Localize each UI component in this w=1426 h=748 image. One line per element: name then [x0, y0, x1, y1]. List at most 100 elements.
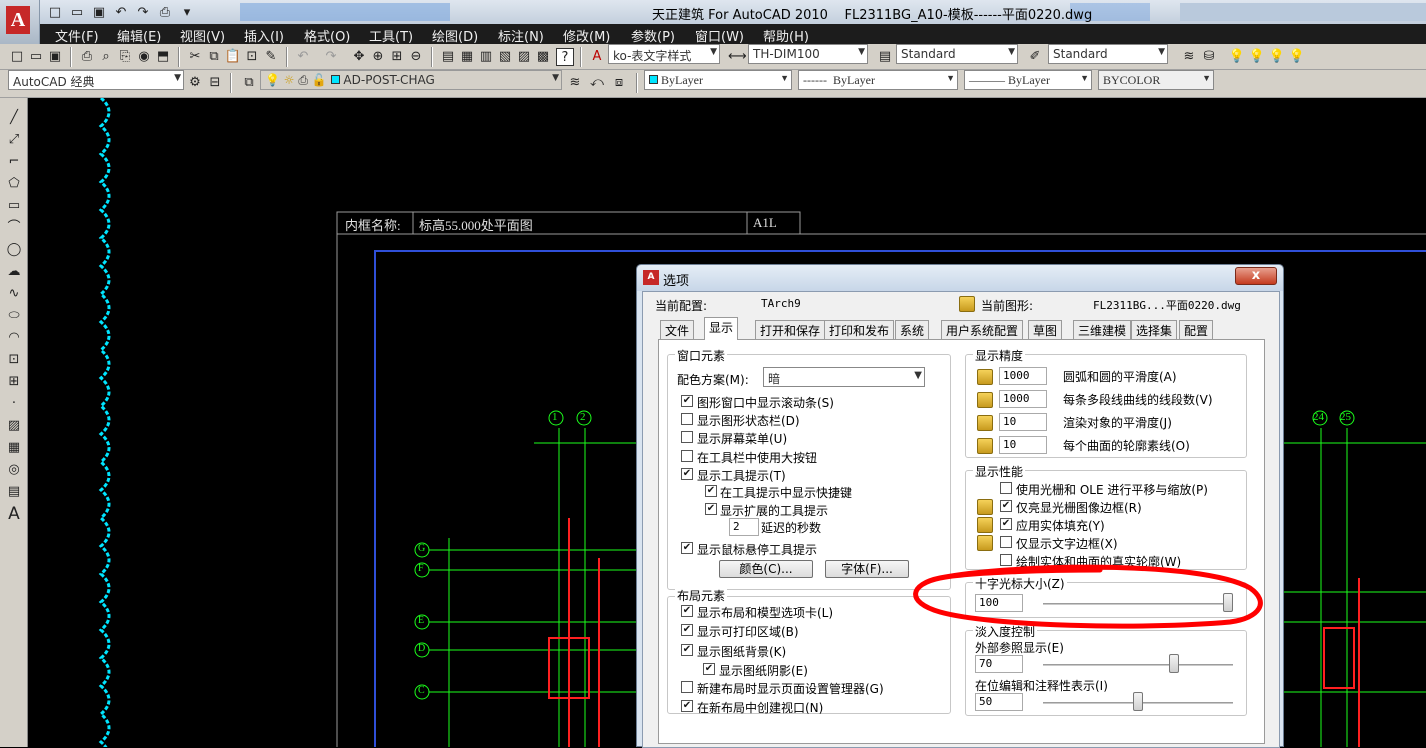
menu-help[interactable]: 帮助(H)	[763, 26, 809, 45]
checkbox-paper-shadow[interactable]: ✔	[703, 663, 715, 675]
tab-drafting[interactable]: 草图	[1028, 320, 1063, 339]
point-icon[interactable]: ·	[4, 394, 24, 414]
tab-system[interactable]: 系统	[895, 320, 930, 339]
cut-icon[interactable]: ✂	[186, 48, 204, 66]
plot-icon[interactable]: ⎙	[156, 4, 174, 22]
bulb-icon[interactable]: 💡	[1228, 48, 1246, 66]
arc-icon[interactable]: ⌒	[4, 218, 24, 238]
tab-selection[interactable]: 选择集	[1131, 320, 1178, 339]
insert-block-icon[interactable]: ⊡	[4, 350, 24, 370]
revcloud-icon[interactable]: ☁	[4, 262, 24, 282]
linetype-combo[interactable]: ------ ByLayer ▼	[798, 70, 958, 90]
redo-icon[interactable]: ↷	[134, 4, 152, 22]
open-icon[interactable]: ▭	[27, 48, 45, 66]
tab-user-preferences[interactable]: 用户系统配置	[941, 320, 1024, 339]
checkbox-printable-area[interactable]: ✔	[681, 624, 693, 636]
checkbox-page-setup-manager[interactable]	[681, 681, 693, 693]
checkbox-paper-background[interactable]: ✔	[681, 644, 693, 656]
checkbox-status-bar[interactable]	[681, 413, 693, 425]
menu-view[interactable]: 视图(V)	[180, 26, 225, 45]
checkbox-large-buttons[interactable]	[681, 450, 693, 462]
xref-fade-slider[interactable]	[1169, 654, 1179, 673]
rectangle-icon[interactable]: ▭	[4, 196, 24, 216]
make-current-icon[interactable]: ≋	[566, 74, 584, 92]
workspace-combo[interactable]: AutoCAD 经典 ▼	[8, 70, 184, 90]
menu-file[interactable]: 文件(F)	[55, 26, 99, 45]
gradient-icon[interactable]: ▦	[4, 438, 24, 458]
text-style-combo[interactable]: ko-表文字样式 ▼	[608, 44, 720, 64]
line-icon[interactable]: ╱	[4, 108, 24, 128]
pan-icon[interactable]: ✥	[350, 48, 368, 66]
polygon-icon[interactable]: ⬠	[4, 174, 24, 194]
plot-icon[interactable]: ⎙	[78, 48, 96, 66]
dialog-title-bar[interactable]: A 选项	[637, 265, 1283, 291]
menu-parameter[interactable]: 参数(P)	[631, 26, 675, 45]
checkbox-solid-fill[interactable]: ✔	[1000, 518, 1012, 530]
undo-icon[interactable]: ↶	[294, 48, 312, 66]
inplace-fade-input[interactable]: 50	[975, 693, 1023, 711]
mleader-style-combo[interactable]: Standard ▼	[1048, 44, 1168, 64]
menu-window[interactable]: 窗口(W)	[695, 26, 744, 45]
checkbox-extended-tooltip[interactable]: ✔	[705, 503, 717, 515]
workspace-settings-icon[interactable]: ⊟	[206, 74, 224, 92]
dim-style-icon[interactable]: ⟷	[728, 48, 747, 66]
properties-icon[interactable]: ▤	[439, 48, 457, 66]
table-icon[interactable]: ▤	[4, 482, 24, 502]
fonts-button[interactable]: 字体(F)...	[825, 560, 909, 578]
bulb-blue-icon[interactable]: 💡	[1288, 48, 1306, 66]
checkbox-tooltips[interactable]: ✔	[681, 468, 693, 480]
inplace-fade-slider[interactable]	[1133, 692, 1143, 711]
contour-lines-input[interactable]: 10	[999, 436, 1047, 454]
menu-format[interactable]: 格式(O)	[304, 26, 350, 45]
polyline-icon[interactable]: ⌐	[4, 152, 24, 172]
menu-tools[interactable]: 工具(T)	[369, 26, 413, 45]
layer-tools-icon[interactable]: ⛁	[1200, 48, 1218, 66]
help-icon[interactable]: ?	[556, 48, 574, 66]
construction-line-icon[interactable]: ⤢	[4, 130, 24, 150]
publish-3d-icon[interactable]: ⬒	[154, 48, 172, 66]
checkbox-screen-menu[interactable]	[681, 431, 693, 443]
checkbox-create-viewport[interactable]: ✔	[681, 700, 693, 712]
plot-preview-icon[interactable]: ⌕	[97, 48, 115, 66]
design-center-icon[interactable]: ▦	[458, 48, 476, 66]
ellipse-icon[interactable]: ⬭	[4, 306, 24, 326]
chevron-down-icon[interactable]: ▾	[178, 4, 196, 22]
tab-plot-publish[interactable]: 打印和发布	[824, 320, 895, 339]
text-style-icon[interactable]: A	[588, 48, 606, 66]
bulb-off-icon[interactable]: 💡	[1248, 48, 1266, 66]
paste-icon[interactable]: 📋	[224, 48, 242, 66]
tab-files[interactable]: 文件	[660, 320, 695, 339]
mleader-style-icon[interactable]: ✐	[1026, 48, 1044, 66]
redo-icon[interactable]: ↷	[322, 48, 340, 66]
table-style-combo[interactable]: Standard ▼	[896, 44, 1018, 64]
tab-3d-modeling[interactable]: 三维建模	[1073, 320, 1132, 339]
copy-icon[interactable]: ⧉	[205, 48, 223, 66]
save-icon[interactable]: ▣	[46, 48, 64, 66]
layer-previous-icon[interactable]: ⤺	[588, 74, 606, 92]
block-editor-icon[interactable]: ✎	[262, 48, 280, 66]
menu-dimension[interactable]: 标注(N)	[498, 26, 544, 45]
lineweight-combo[interactable]: ——— ByLayer ▼	[964, 70, 1092, 90]
undo-icon[interactable]: ↶	[112, 4, 130, 22]
new-icon[interactable]: □	[46, 4, 64, 22]
zoom-previous-icon[interactable]: ⊖	[407, 48, 425, 66]
hatch-icon[interactable]: ▨	[4, 416, 24, 436]
layer-properties-icon[interactable]: ⧉	[240, 74, 258, 92]
menu-draw[interactable]: 绘图(D)	[432, 26, 478, 45]
checkbox-text-frame[interactable]	[1000, 536, 1012, 548]
xref-fade-input[interactable]: 70	[975, 655, 1023, 673]
region-icon[interactable]: ◎	[4, 460, 24, 480]
circle-icon[interactable]: ◯	[4, 240, 24, 260]
gear-icon[interactable]: ⚙	[186, 74, 204, 92]
table-style-icon[interactable]: ▤	[876, 48, 894, 66]
calculator-icon[interactable]: ▩	[534, 48, 552, 66]
dim-style-combo[interactable]: TH-DIM100 ▼	[748, 44, 868, 64]
ellipse-arc-icon[interactable]: ◠	[4, 328, 24, 348]
tab-profiles[interactable]: 配置	[1179, 320, 1214, 339]
checkbox-raster-ole[interactable]	[1000, 482, 1012, 494]
checkbox-shortcut-tooltip[interactable]: ✔	[705, 485, 717, 497]
zoom-window-icon[interactable]: ⊞	[388, 48, 406, 66]
close-button[interactable]: x	[1235, 267, 1277, 285]
arc-smoothness-input[interactable]: 1000	[999, 367, 1047, 385]
checkbox-layout-tabs[interactable]: ✔	[681, 605, 693, 617]
